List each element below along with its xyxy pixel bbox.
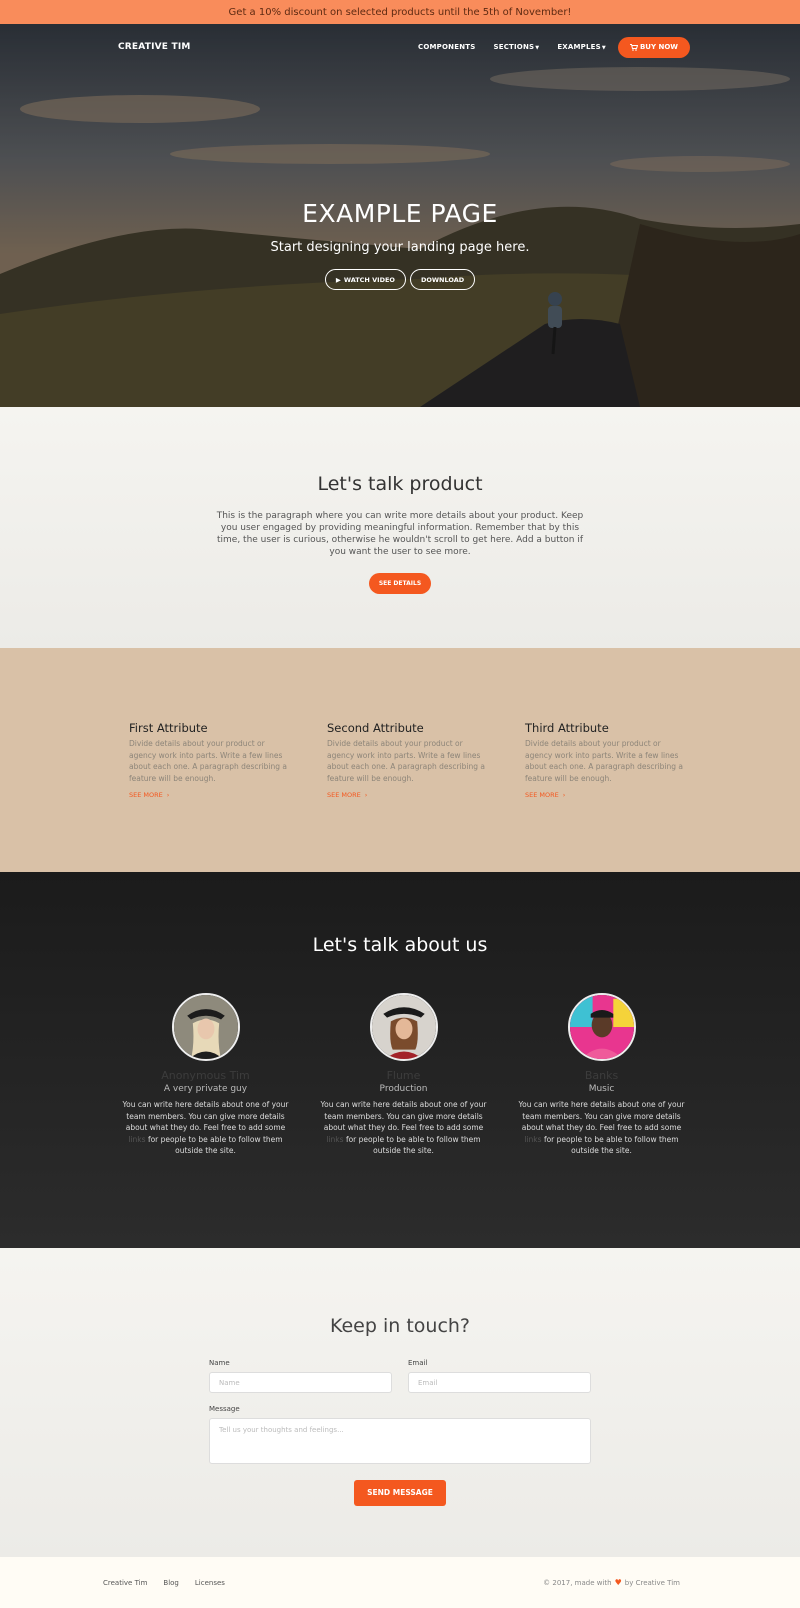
see-more-link[interactable]: SEE MORE › (327, 791, 525, 799)
hero-title: EXAMPLE PAGE (302, 199, 498, 228)
footer-link-blog[interactable]: Blog (163, 1579, 178, 1587)
message-label: Message (209, 1405, 240, 1413)
team-member-card: Banks Music You can write here details a… (517, 993, 687, 1157)
caret-down-icon: ▼ (535, 45, 540, 51)
hero-section: CREATIVE TIM COMPONENTS SECTIONS▼ EXAMPL… (0, 24, 800, 407)
avatar (171, 993, 240, 1061)
see-more-label: SEE MORE (327, 791, 361, 799)
team-title: Let's talk about us (312, 934, 488, 956)
contact-section: Keep in touch? Name Name Email Email Mes… (0, 1248, 800, 1557)
nav-links: COMPONENTS SECTIONS▼ EXAMPLES▼ BUY NOW (400, 36, 690, 58)
member-name: Banks (584, 1069, 619, 1082)
member-desc-after: for people to be able to follow them out… (345, 1134, 481, 1156)
email-input[interactable]: Email (408, 1372, 591, 1393)
member-desc-after: for people to be able to follow them out… (543, 1134, 679, 1156)
member-description: You can write here details about one of … (121, 1099, 291, 1157)
nav-link-components[interactable]: COMPONENTS (418, 43, 475, 51)
download-label: DOWNLOAD (420, 275, 465, 284)
chevron-right-icon: › (364, 791, 368, 799)
brand-logo[interactable]: CREATIVE TIM (118, 42, 191, 52)
attribute-title: Third Attribute (525, 721, 609, 735)
chevron-right-icon: › (562, 791, 566, 799)
contact-title: Keep in touch? (329, 1315, 471, 1337)
cart-icon (629, 43, 638, 51)
form-row: Name Name Email Email (209, 1359, 591, 1393)
member-link[interactable]: links (128, 1135, 145, 1144)
navbar: CREATIVE TIM COMPONENTS SECTIONS▼ EXAMPL… (0, 34, 800, 60)
watch-video-label: WATCH VIDEO (343, 275, 395, 284)
buy-now-button[interactable]: BUY NOW (617, 36, 690, 58)
email-field-group: Email Email (408, 1359, 591, 1393)
message-textarea[interactable]: Tell us your thoughts and feelings... (209, 1418, 591, 1464)
member-description: You can write here details about one of … (517, 1099, 687, 1157)
member-role: A very private guy (163, 1084, 248, 1094)
name-input[interactable]: Name (209, 1372, 392, 1393)
caret-down-icon: ▼ (601, 45, 606, 51)
product-section: Let's talk product This is the paragraph… (0, 407, 800, 648)
attribute-card: Second Attribute Divide details about yo… (327, 648, 525, 872)
member-desc-after: for people to be able to follow them out… (147, 1134, 283, 1156)
member-role: Production (379, 1084, 428, 1094)
nav-link-examples[interactable]: EXAMPLES▼ (557, 43, 606, 51)
attribute-text: Divide details about your product or age… (129, 739, 288, 783)
team-section: Let's talk about us Anonymous Tim A very… (0, 872, 800, 1248)
member-desc-before: You can write here details about one of … (518, 1100, 685, 1132)
product-paragraph: This is the paragraph where you can writ… (216, 511, 584, 557)
attribute-title: First Attribute (129, 721, 208, 735)
watch-video-button[interactable]: ▶ WATCH VIDEO (324, 269, 406, 290)
name-label: Name (209, 1359, 230, 1367)
attribute-card: First Attribute Divide details about you… (129, 648, 327, 872)
attributes-section: First Attribute Divide details about you… (0, 648, 800, 872)
attribute-title: Second Attribute (327, 721, 424, 735)
copyright-before: © 2017, made with (543, 1578, 612, 1587)
member-link[interactable]: links (326, 1135, 343, 1144)
message-field-group: Message Tell us your thoughts and feelin… (209, 1405, 591, 1464)
nav-link-sections-label: SECTIONS (493, 43, 535, 51)
product-title: Let's talk product (317, 473, 483, 495)
see-more-link[interactable]: SEE MORE › (525, 791, 723, 799)
send-message-button[interactable]: SEND MESSAGE (354, 1480, 446, 1506)
name-field-group: Name Name (209, 1359, 392, 1393)
attribute-card: Third Attribute Divide details about you… (525, 648, 723, 872)
avatar (567, 993, 636, 1061)
nav-link-examples-label: EXAMPLES (557, 43, 601, 51)
see-more-label: SEE MORE (129, 791, 163, 799)
see-more-link[interactable]: SEE MORE › (129, 791, 327, 799)
hero-buttons: ▶ WATCH VIDEO DOWNLOAD (0, 269, 800, 290)
email-label: Email (408, 1359, 428, 1367)
copyright: © 2017, made with ♥ by Creative Tim (543, 1578, 680, 1587)
copyright-after: by Creative Tim (624, 1578, 680, 1587)
member-desc-before: You can write here details about one of … (320, 1100, 487, 1132)
footer-link-licenses[interactable]: Licenses (195, 1579, 225, 1587)
team-member-card: Flume Production You can write here deta… (319, 993, 489, 1157)
attribute-text: Divide details about your product or age… (327, 739, 486, 783)
avatar (369, 993, 438, 1061)
chevron-right-icon: › (166, 791, 170, 799)
member-name: Flume (386, 1069, 421, 1082)
member-link[interactable]: links (524, 1135, 541, 1144)
member-role: Music (588, 1084, 615, 1094)
contact-form: Name Name Email Email Message Tell us yo… (209, 1359, 591, 1506)
team-member-card: Anonymous Tim A very private guy You can… (121, 993, 291, 1157)
nav-link-sections[interactable]: SECTIONS▼ (493, 43, 539, 51)
attribute-text: Divide details about your product or age… (525, 739, 684, 783)
heart-icon: ♥ (614, 1578, 622, 1587)
footer-link-creative-tim[interactable]: Creative Tim (103, 1579, 147, 1587)
promo-banner: Get a 10% discount on selected products … (0, 0, 800, 24)
hero-subtitle: Start designing your landing page here. (270, 240, 530, 255)
member-desc-before: You can write here details about one of … (122, 1100, 289, 1132)
team-members: Anonymous Tim A very private guy You can… (0, 993, 800, 1157)
download-button[interactable]: DOWNLOAD (409, 269, 476, 290)
buy-now-label: BUY NOW (639, 43, 678, 51)
promo-text: Get a 10% discount on selected products … (228, 6, 572, 18)
footer: Creative Tim Blog Licenses © 2017, made … (0, 1557, 800, 1608)
see-more-label: SEE MORE (525, 791, 559, 799)
member-name: Anonymous Tim (161, 1069, 250, 1082)
see-details-button[interactable]: SEE DETAILS (368, 573, 432, 594)
member-description: You can write here details about one of … (319, 1099, 489, 1157)
play-icon: ▶ (335, 275, 341, 284)
